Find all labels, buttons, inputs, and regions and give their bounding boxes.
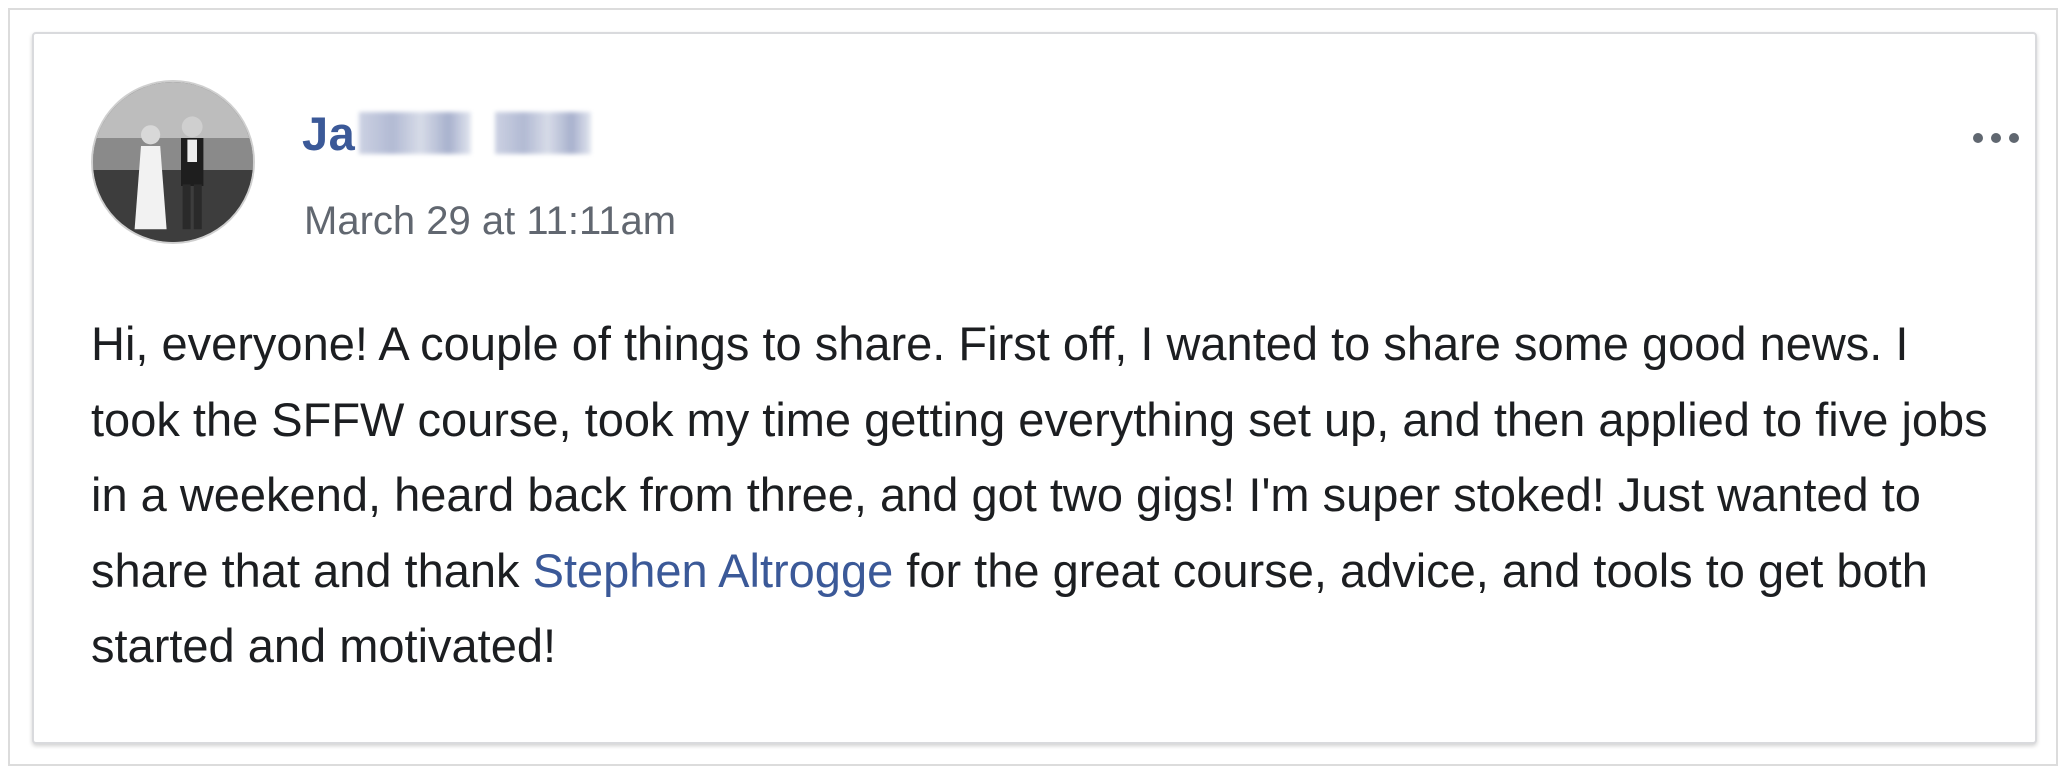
avatar-photo (93, 82, 253, 242)
post-timestamp[interactable]: March 29 at 11:11am (304, 199, 676, 244)
post-body: Hi, everyone! A couple of things to shar… (91, 306, 1991, 684)
dot (1973, 133, 1983, 143)
redacted-surname (495, 112, 592, 154)
author-avatar[interactable] (91, 80, 255, 244)
post-card: Ja March 29 at 11:11am Hi, everyone! A c… (32, 32, 2037, 744)
mention-link[interactable]: Stephen Altrogge (533, 544, 894, 597)
redacted-name-part (359, 112, 472, 154)
author-name-link[interactable]: Ja (302, 98, 592, 168)
dot (2009, 133, 2019, 143)
dot (1991, 133, 2001, 143)
screenshot-frame: Ja March 29 at 11:11am Hi, everyone! A c… (8, 8, 2058, 766)
author-name[interactable]: Ja (302, 106, 355, 161)
more-options-icon[interactable] (1964, 118, 2028, 158)
